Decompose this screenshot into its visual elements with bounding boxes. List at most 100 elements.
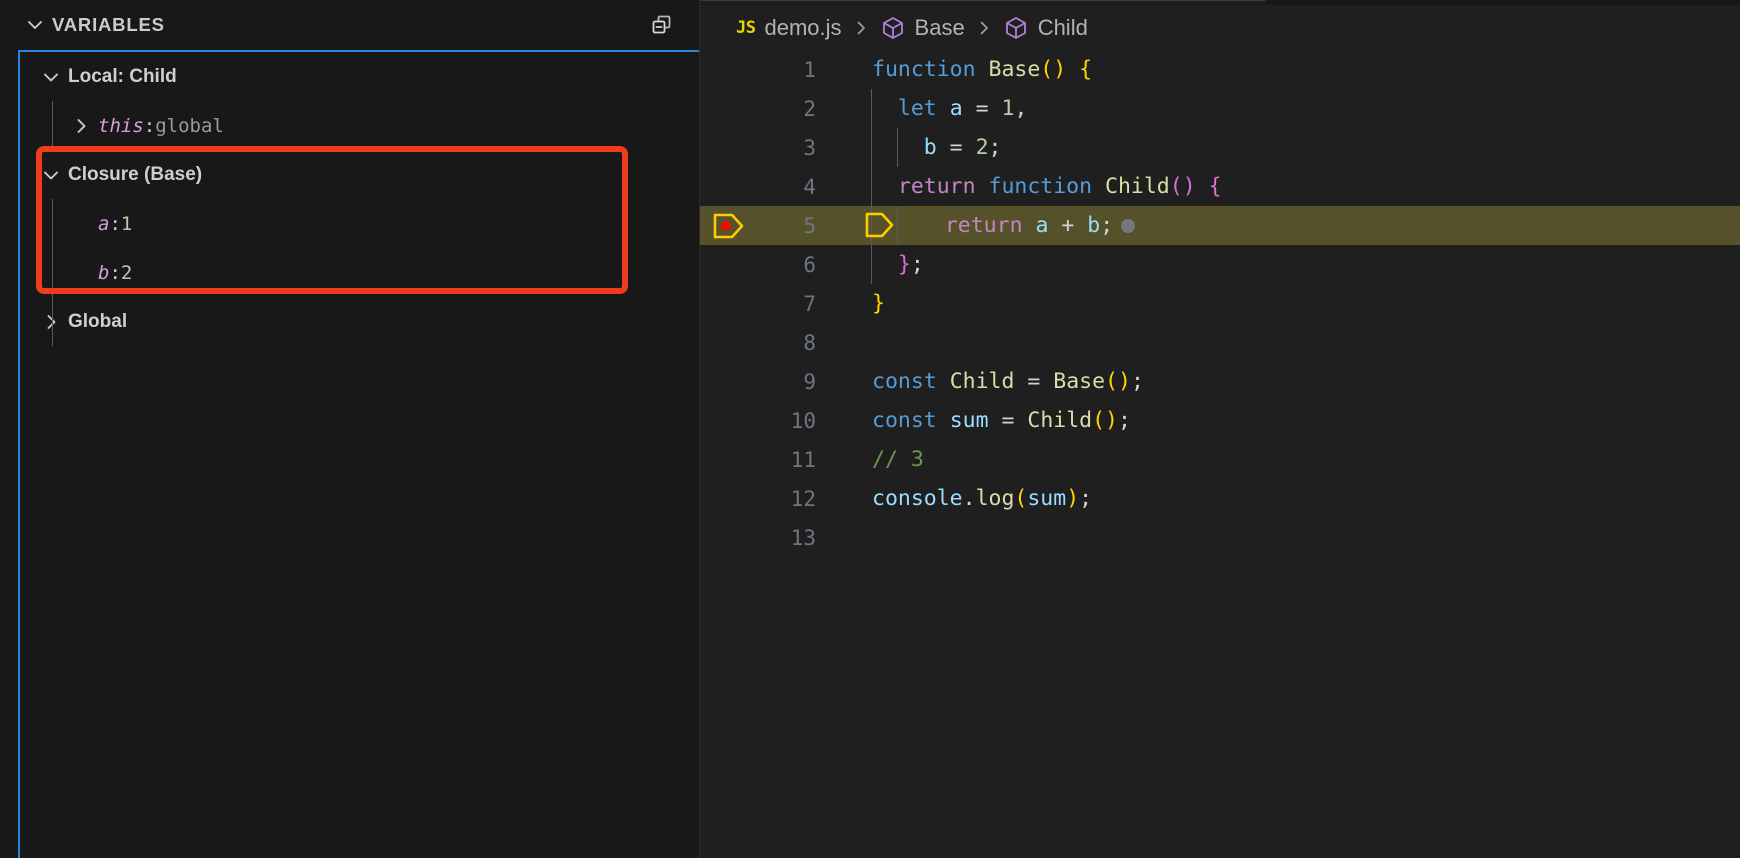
chevron-down-icon[interactable] (22, 12, 48, 38)
code-line-content[interactable]: let a = 1, (820, 89, 1740, 128)
tree-row-variable-this[interactable]: this : global (20, 101, 699, 150)
tree-row-scope-global[interactable]: Global (20, 297, 699, 346)
code-line-content[interactable]: const Child = Base(); (820, 362, 1740, 401)
code-line-content[interactable]: // 3 (820, 440, 1740, 479)
code-line-content[interactable]: } (820, 284, 1740, 323)
variable-name: a (98, 212, 110, 235)
code-line[interactable]: 12 console.log(sum); (700, 479, 1740, 518)
code-token: sum (1027, 486, 1067, 511)
scope-label: Global (68, 310, 128, 332)
code-line-content[interactable]: function Base() { (820, 50, 1740, 89)
glyph-margin[interactable] (700, 245, 758, 284)
breakpoint-icon[interactable] (712, 211, 746, 241)
glyph-margin[interactable] (700, 401, 758, 440)
line-number: 12 (790, 486, 816, 511)
code-line-content[interactable]: b = 2; (820, 128, 1740, 167)
chevron-right-icon (842, 18, 880, 38)
code-line[interactable]: 2 let a = 1, (700, 89, 1740, 128)
variable-name: this (98, 114, 144, 137)
breadcrumb-item-file[interactable]: JS demo.js (736, 5, 842, 50)
code-token: ; (1100, 213, 1114, 238)
code-token: let (897, 96, 937, 121)
tree-row-variable-b[interactable]: b : 2 (20, 248, 699, 297)
code-line[interactable]: 9 const Child = Base(); (700, 362, 1740, 401)
chevron-right-icon[interactable] (34, 297, 68, 346)
tree-indent-guide (52, 199, 53, 346)
tab-demo-js[interactable] (700, 0, 1266, 4)
glyph-margin[interactable] (700, 206, 758, 245)
code-line[interactable]: 8 (700, 323, 1740, 362)
code-token: b (1087, 213, 1101, 238)
chevron-down-icon[interactable] (34, 150, 68, 199)
code-line[interactable]: 4 return function Child() { (700, 167, 1740, 206)
glyph-margin[interactable] (700, 167, 758, 206)
chevron-down-icon[interactable] (34, 52, 68, 101)
line-number: 6 (803, 252, 816, 277)
glyph-margin[interactable] (700, 362, 758, 401)
code-line-content[interactable] (820, 518, 1740, 557)
code-token: const (872, 369, 937, 394)
code-tokens: const Child = Base(); (872, 369, 1144, 394)
inline-breakpoint-dot-icon[interactable] (1121, 219, 1136, 233)
code-line[interactable]: 6 }; (700, 245, 1740, 284)
code-token: } (897, 252, 911, 277)
glyph-margin[interactable] (700, 479, 758, 518)
breadcrumb: JS demo.js Base Child (700, 5, 1088, 50)
code-line-content[interactable]: return function Child() { (820, 167, 1740, 206)
code-lines[interactable]: 1 function Base() {2 let a = 1, 3 b = 2; 4 … (700, 50, 1740, 858)
glyph-margin[interactable] (700, 50, 758, 89)
code-line[interactable]: 1 function Base() { (700, 50, 1740, 89)
debug-current-line-arrow-icon (864, 210, 896, 240)
code-line-content[interactable] (820, 323, 1740, 362)
breadcrumb-label: Base (914, 14, 965, 40)
line-number: 3 (803, 135, 816, 160)
js-file-icon: JS (736, 17, 756, 38)
code-line[interactable]: 7} (700, 284, 1740, 323)
code-token: Base (988, 57, 1041, 82)
chevron-right-icon[interactable] (64, 101, 98, 150)
breadcrumb-item-child[interactable]: Child (1003, 5, 1088, 50)
glyph-margin[interactable] (700, 440, 758, 479)
code-line[interactable]: 5 return a + b; (700, 206, 1740, 245)
glyph-margin[interactable] (700, 323, 758, 362)
code-token: log (975, 486, 1015, 511)
code-line[interactable]: 3 b = 2; (700, 128, 1740, 167)
variables-panel-header[interactable]: VARIABLES (0, 0, 699, 50)
collapse-all-icon[interactable] (643, 6, 681, 44)
tree-row-scope-closure[interactable]: Closure (Base) (20, 150, 699, 199)
variables-tree[interactable]: Local: Child this : global Closure (Base… (18, 50, 699, 858)
breadcrumb-item-base[interactable]: Base (880, 5, 965, 50)
code-tokens: const sum = Child(); (872, 408, 1131, 433)
code-token: // 3 (872, 447, 924, 472)
tree-row-scope-local[interactable]: Local: Child (20, 52, 699, 101)
glyph-margin[interactable] (700, 284, 758, 323)
code-line-content[interactable]: }; (820, 245, 1740, 284)
code-token: () (1092, 408, 1118, 433)
code-token: Child (1105, 174, 1170, 199)
tree-row-variable-a[interactable]: a : 1 (20, 199, 699, 248)
glyph-margin[interactable] (700, 518, 758, 557)
code-token: Base (1053, 369, 1106, 394)
code-line[interactable]: 10 const sum = Child(); (700, 401, 1740, 440)
code-token: const (872, 408, 937, 433)
line-number: 2 (803, 96, 816, 121)
code-line-content[interactable]: return a + b; (820, 206, 1740, 245)
line-number: 7 (803, 291, 816, 316)
code-token: b (923, 135, 937, 160)
code-line[interactable]: 13 (700, 518, 1740, 557)
code-line-content[interactable]: console.log(sum); (820, 479, 1740, 518)
code-line[interactable]: 11 // 3 (700, 440, 1740, 479)
glyph-margin[interactable] (700, 89, 758, 128)
scope-label: Local: Child (68, 65, 177, 87)
glyph-margin[interactable] (700, 128, 758, 167)
code-token: a (949, 96, 963, 121)
line-number: 1 (803, 57, 816, 82)
symbol-cube-icon (880, 15, 906, 41)
code-line-content[interactable]: const sum = Child(); (820, 401, 1740, 440)
code-tokens: console.log(sum); (872, 486, 1092, 511)
breadcrumb-label: Child (1037, 14, 1088, 40)
